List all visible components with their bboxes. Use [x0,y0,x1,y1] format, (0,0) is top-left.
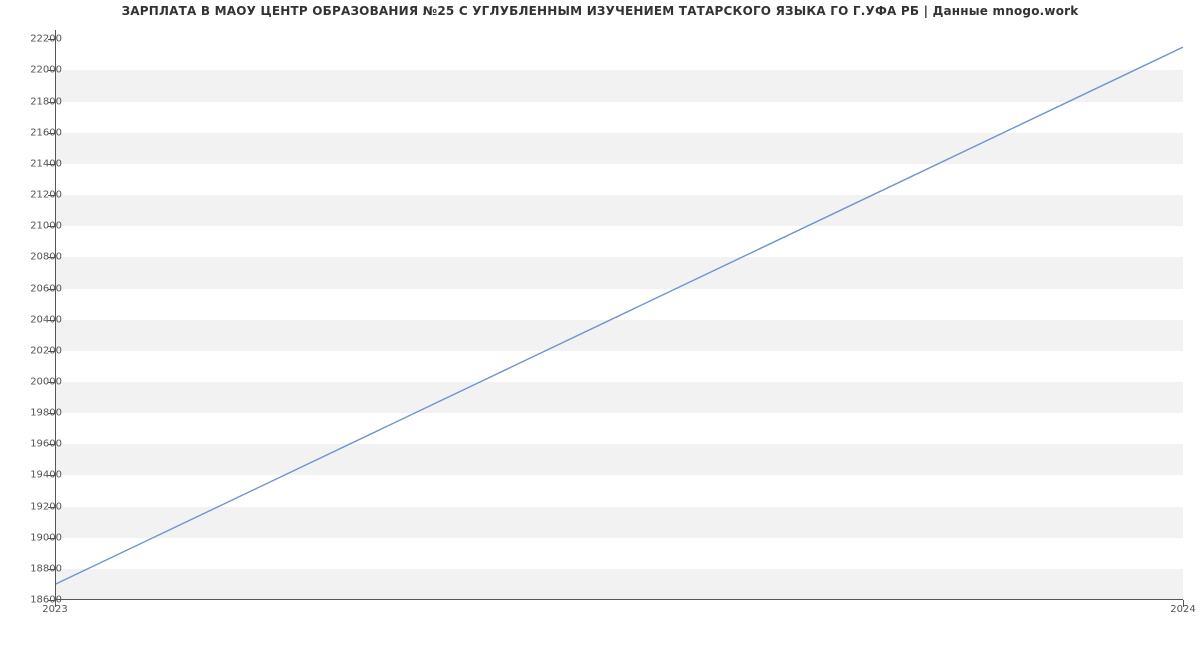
y-tick-label: 19000 [12,532,62,543]
y-tick-label: 21600 [12,127,62,138]
chart-title: ЗАРПЛАТА В МАОУ ЦЕНТР ОБРАЗОВАНИЯ №25 С … [0,4,1200,18]
salary-line-chart: ЗАРПЛАТА В МАОУ ЦЕНТР ОБРАЗОВАНИЯ №25 С … [0,0,1200,650]
x-axis-line [55,599,1183,600]
y-tick-label: 20400 [12,314,62,325]
y-tick-label: 21200 [12,190,62,201]
y-tick-label: 18800 [12,563,62,574]
x-tick-label: 2024 [1170,604,1195,615]
y-tick-label: 22200 [12,34,62,45]
y-tick-label: 21800 [12,96,62,107]
x-tick-label: 2023 [42,604,67,615]
line-series [55,30,1183,600]
y-tick-label: 21000 [12,221,62,232]
y-tick-label: 22000 [12,65,62,76]
y-tick-label: 20200 [12,345,62,356]
y-tick-label: 19200 [12,501,62,512]
y-tick-label: 20600 [12,283,62,294]
y-tick-label: 21400 [12,158,62,169]
y-tick-label: 19600 [12,439,62,450]
plot-area [55,30,1183,600]
y-tick-label: 20000 [12,376,62,387]
y-tick-label: 19400 [12,470,62,481]
series-line [55,47,1183,584]
y-tick-label: 19800 [12,408,62,419]
y-tick-label: 20800 [12,252,62,263]
